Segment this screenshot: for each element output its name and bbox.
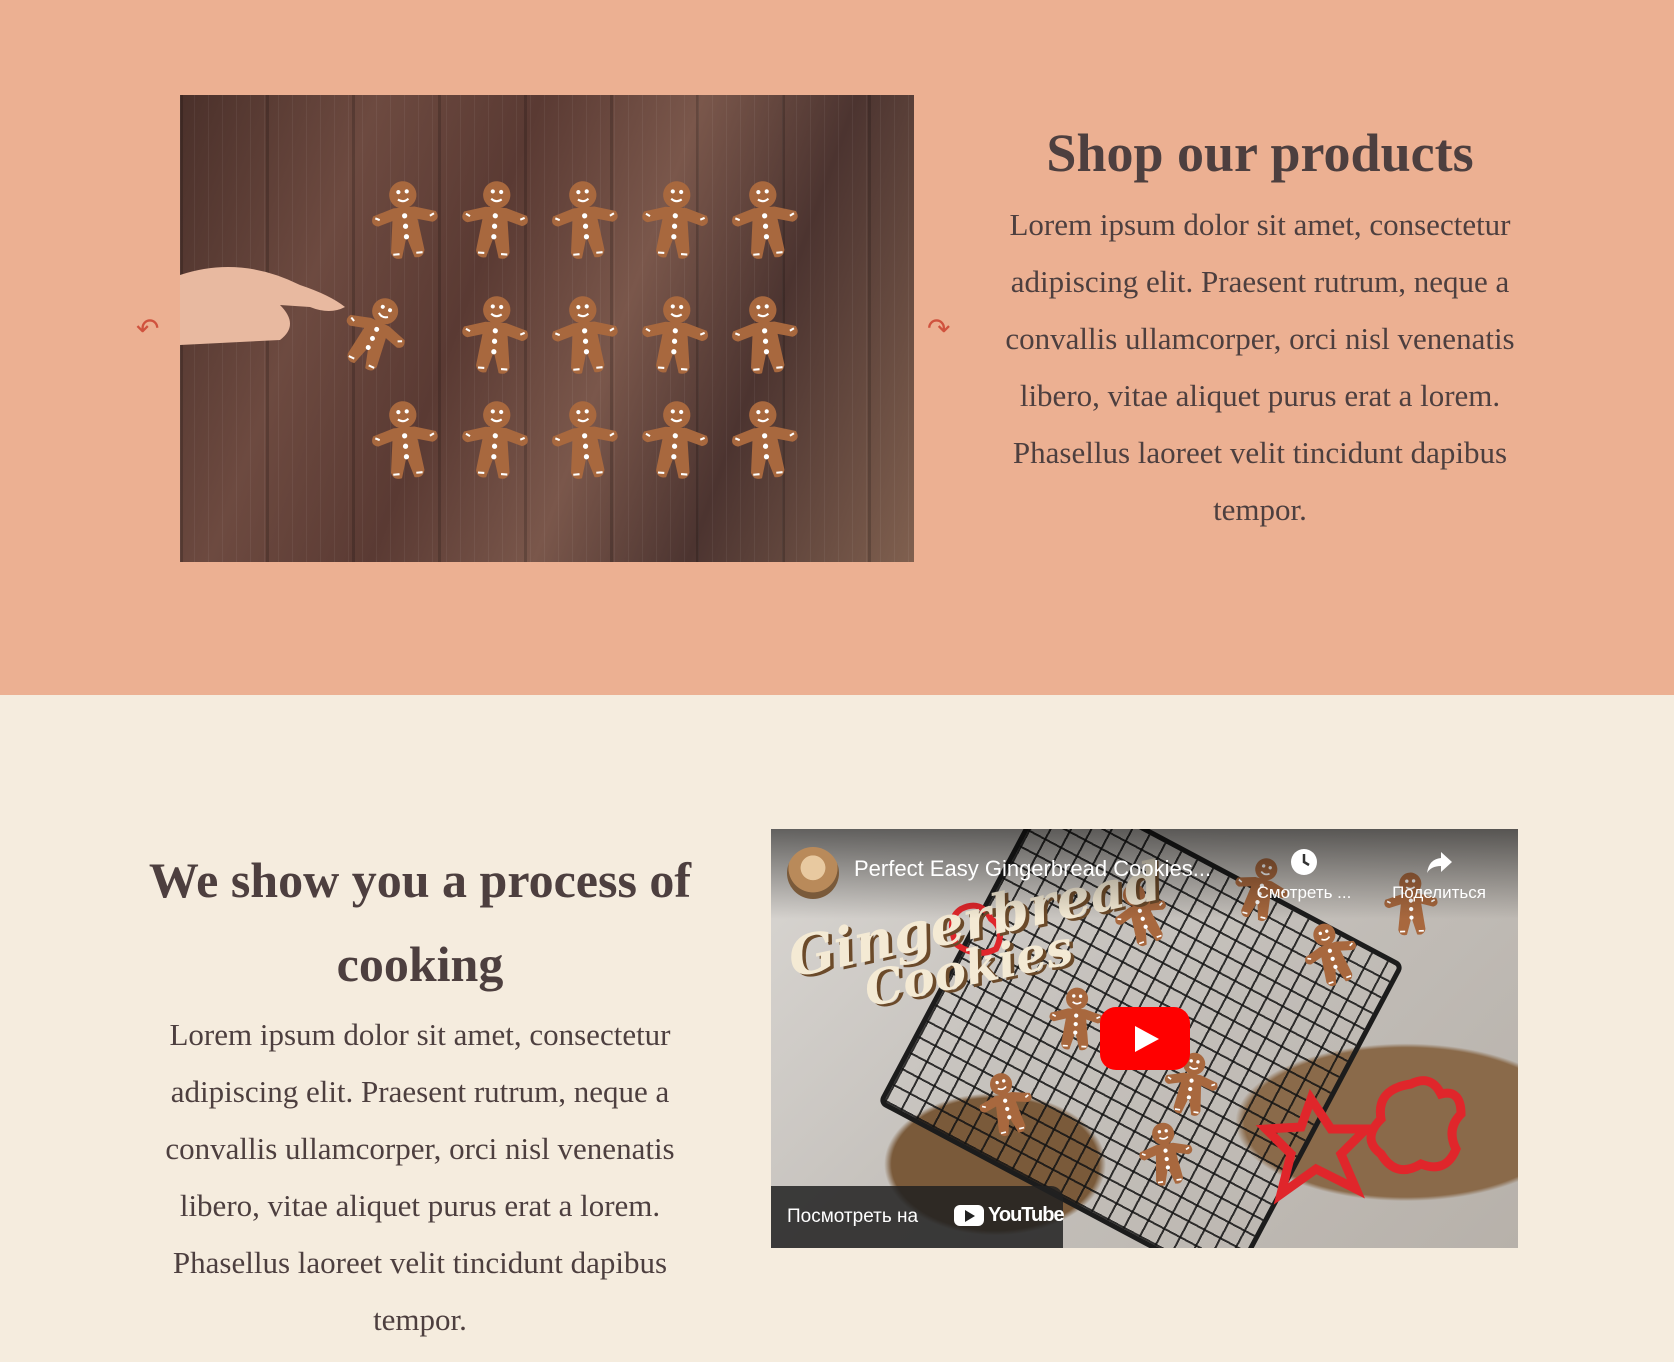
gingerbread-cookie — [552, 181, 618, 259]
process-text-block: We show you a process of cooking Lorem i… — [140, 838, 700, 1348]
gingerbread-cookie — [642, 181, 708, 259]
shop-text-block: Shop our products Lorem ipsum dolor sit … — [990, 118, 1530, 538]
shop-title: Shop our products — [1046, 123, 1474, 183]
video-title[interactable]: Perfect Easy Gingerbread Cookies... — [854, 856, 1211, 882]
video-gingerbread-cookie — [1305, 923, 1357, 987]
gingerbread-cookie — [732, 296, 798, 374]
youtube-logo: YouTube — [954, 1204, 1065, 1227]
shop-description: Lorem ipsum dolor sit amet, consectetur … — [1005, 207, 1515, 527]
channel-avatar[interactable] — [787, 847, 839, 899]
gingerbread-cookie — [462, 401, 528, 479]
video-gingerbread-cookie — [979, 1073, 1032, 1137]
video-gingerbread-cookie — [1049, 987, 1103, 1051]
gingerbread-cookie — [552, 401, 618, 479]
gingerbread-cookie — [372, 181, 438, 259]
gingerbread-cookie — [462, 296, 528, 374]
youtube-video-embed[interactable]: Gingerbread Cookies Perfect Easy Gingerb… — [771, 829, 1518, 1248]
gingerbread-cookie — [552, 296, 618, 374]
carousel-prev-arrow[interactable]: ↶ — [136, 312, 159, 345]
carousel-next-arrow[interactable]: ↷ — [927, 312, 950, 345]
video-gingerbread-cookie — [1139, 1122, 1193, 1186]
process-description: Lorem ipsum dolor sit amet, consectetur … — [165, 1017, 675, 1337]
watch-on-label: Посмотреть на — [787, 1206, 919, 1227]
gingerbread-cookie — [642, 296, 708, 374]
gingerbread-cookie — [462, 181, 528, 259]
gingerbread-cookie — [732, 181, 798, 259]
shop-section: ↶ ↷ Shop our products Lorem ipsum dolor … — [0, 0, 1674, 695]
gingerbread-cookie — [642, 401, 708, 479]
share-label: Поделиться — [1392, 883, 1486, 902]
carousel-image — [180, 95, 914, 562]
youtube-play-icon — [954, 1205, 984, 1226]
gingerbread-cookie-in-hand — [346, 298, 405, 371]
share-button[interactable]: Поделиться — [1384, 847, 1494, 903]
process-title: We show you a process of cooking — [148, 852, 692, 992]
watch-later-label: Смотреть ... — [1256, 883, 1352, 902]
clock-icon — [1291, 849, 1317, 875]
watch-on-youtube-bar[interactable]: Посмотреть на YouTube — [771, 1186, 1065, 1248]
play-button[interactable] — [1100, 1007, 1190, 1070]
gingerbread-cookie — [732, 401, 798, 479]
gingerbread-cookies — [346, 181, 798, 479]
watch-later-button[interactable]: Смотреть ... — [1249, 847, 1359, 903]
gingerbread-cookie — [372, 401, 438, 479]
youtube-wordmark: YouTube — [988, 1204, 1065, 1226]
share-icon — [1427, 852, 1452, 873]
